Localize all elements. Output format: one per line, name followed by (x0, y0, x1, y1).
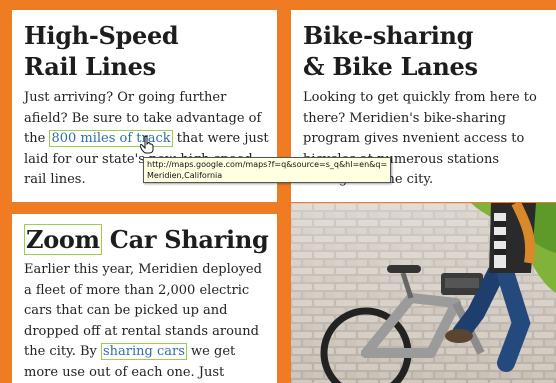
tooltip-url-line2: Meridien,California (147, 171, 223, 180)
zoom-highlight-word[interactable]: Zoom (24, 224, 102, 255)
tooltip-url-line1: http://maps.google.com/maps?f=q&source=s… (147, 160, 388, 169)
bike-heading-line2: & Bike Lanes (303, 52, 478, 81)
bike-heading: Bike-sharing & Bike Lanes (303, 20, 478, 82)
track-link[interactable]: 800 miles of track (49, 130, 173, 147)
rail-heading-line1: High-Speed (24, 21, 179, 50)
zoom-body: Earlier this year, Meridien deployed a f… (24, 260, 269, 383)
bike-heading-line1: Bike-sharing (303, 21, 474, 50)
bike-photo (291, 203, 556, 383)
zoom-heading-rest: Car Sharing (101, 225, 269, 254)
hand-cursor-icon (140, 136, 154, 154)
link-tooltip: http://maps.google.com/maps?f=q&source=s… (143, 157, 392, 183)
zoom-heading: Zoom Car Sharing (24, 224, 269, 255)
rail-heading: High-Speed Rail Lines (24, 20, 179, 82)
sharing-cars-link[interactable]: sharing cars (101, 343, 187, 360)
zoom-panel: Zoom Car Sharing Earlier this year, Meri… (12, 214, 277, 383)
cyclist-photo-image (291, 203, 556, 383)
rail-heading-line2: Rail Lines (24, 52, 156, 81)
